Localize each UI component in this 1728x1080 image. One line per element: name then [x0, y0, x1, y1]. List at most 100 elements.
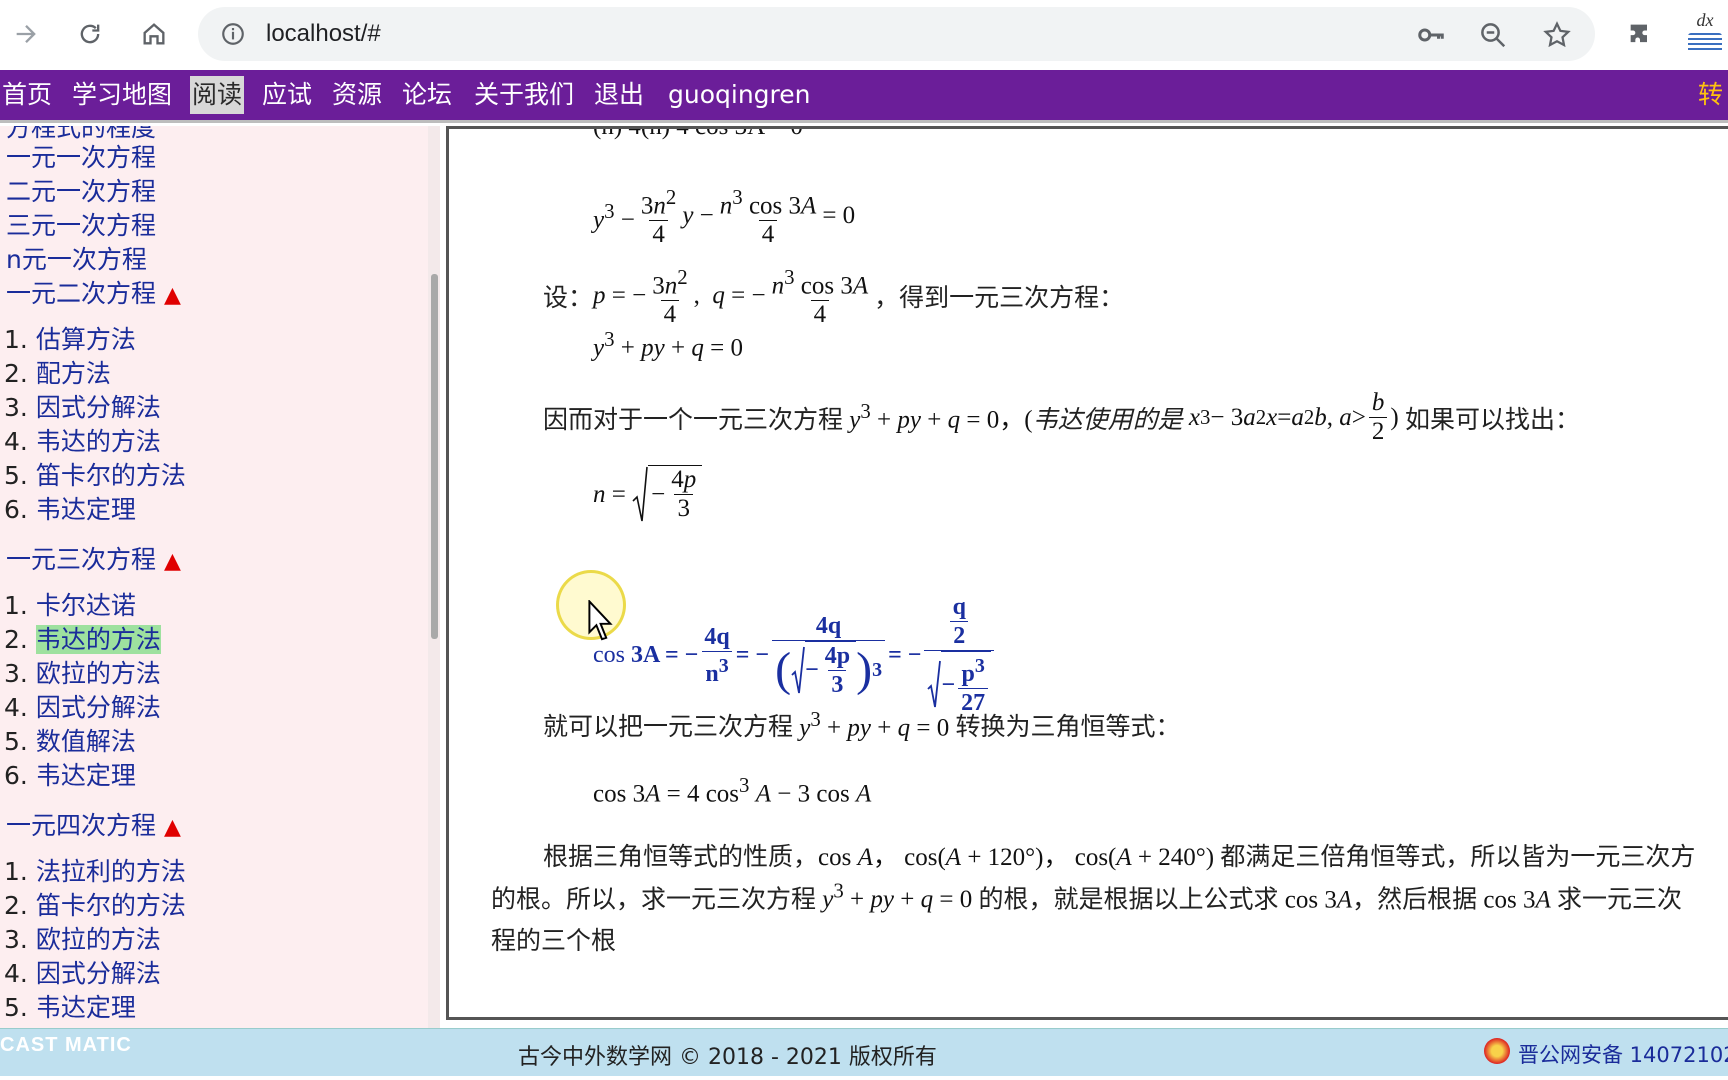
formula-p: p = −3n2 4, q = − n3 cos 3A 4	[593, 265, 869, 329]
list-item[interactable]: 3. 欧拉的方法	[4, 924, 161, 956]
para2-suffix: 转换为三角恒等式：	[955, 712, 1181, 741]
item-label: 韦达的方法	[35, 625, 161, 654]
url-text[interactable]: localhost/#	[266, 20, 381, 48]
list-item[interactable]: 6. 韦达定理	[4, 494, 136, 526]
site-nav: 首页 学习地图 阅读 应试 资源 论坛 关于我们 退出 guoqingren 转	[0, 70, 1728, 123]
sidebar-item-linear-n[interactable]: n元一次方程	[6, 244, 147, 276]
list-item[interactable]: 5. 笛卡尔的方法	[4, 460, 186, 492]
item-label: 欧拉的方法	[35, 659, 161, 688]
section-title: 一元二次方程	[6, 279, 157, 308]
item-label: 因式分解法	[35, 393, 161, 422]
list-item[interactable]: 1. 估算方法	[4, 324, 136, 356]
nav-forum[interactable]: 论坛	[400, 76, 454, 114]
reload-icon[interactable]	[70, 14, 110, 54]
item-label: 因式分解法	[35, 693, 161, 722]
item-number: 6.	[4, 761, 28, 790]
sidebar-item-linear-2[interactable]: 二元一次方程	[6, 176, 156, 208]
list-item[interactable]: 1. 卡尔达诺	[4, 590, 136, 622]
item-label: 韦达定理	[35, 495, 136, 524]
sidebar-section-cubic[interactable]: 一元三次方程 ▲	[6, 544, 181, 576]
item-label: 卡尔达诺	[35, 591, 136, 620]
viete-note: 韦达使用的是	[1032, 404, 1183, 434]
para3-text-b: 都满足三倍角恒等式，所以皆为一元三次方	[1220, 842, 1696, 871]
extension-icon[interactable]	[1620, 14, 1660, 54]
item-label: 估算方法	[35, 325, 136, 354]
sidebar-scroll-thumb[interactable]	[431, 274, 438, 639]
item-number: 2.	[4, 891, 28, 920]
item-label: 法拉利的方法	[35, 857, 186, 886]
list-item[interactable]: 2. 配方法	[4, 358, 111, 390]
item-number: 4.	[4, 959, 28, 988]
list-item[interactable]: 3. 因式分解法	[4, 392, 161, 424]
sidebar-item-linear-1[interactable]: 一元一次方程	[6, 142, 156, 174]
list-item[interactable]: 5. 数值解法	[4, 726, 136, 758]
set-suffix: ，得到一元三次方程：	[874, 283, 1125, 313]
nav-switch-link[interactable]: 转	[1698, 76, 1728, 114]
formula-eq1: y3 − 3n2 4 y − n3 cos 3A 4 = 0	[593, 185, 856, 249]
home-icon[interactable]	[134, 14, 174, 54]
list-item[interactable]: 3. 欧拉的方法	[4, 658, 161, 690]
list-item[interactable]: 2. 笛卡尔的方法	[4, 890, 186, 922]
para3-text-e: ，然后根据	[1352, 884, 1478, 914]
item-label: 韦达定理	[35, 993, 136, 1022]
expand-triangle-icon[interactable]: ▲	[164, 283, 181, 308]
formula-eq2: y3 + py + q = 0	[593, 327, 743, 362]
sidebar-section-quadratic[interactable]: 一元二次方程 ▲	[6, 278, 181, 310]
item-number: 5.	[4, 461, 28, 490]
footer: 古今中外数学网 © 2018 - 2021 版权所有 晋公网安备 1407210…	[0, 1028, 1728, 1076]
nav-logout[interactable]: 退出	[592, 76, 646, 114]
expand-triangle-icon[interactable]: ▲	[164, 815, 181, 840]
item-label: 配方法	[35, 359, 111, 388]
list-item[interactable]: 1. 法拉利的方法	[4, 856, 186, 888]
sidebar-section-quartic[interactable]: 一元四次方程 ▲	[6, 810, 181, 842]
formula-partial: (n) 4(n) 4 cos 3A = 0	[593, 126, 803, 140]
list-item[interactable]: 4. 韦达的方法	[4, 426, 161, 458]
nav-home[interactable]: 首页	[0, 76, 54, 114]
para2-prefix: 就可以把一元三次方程	[543, 712, 794, 741]
item-number: 5.	[4, 993, 28, 1022]
para1-prefix: 因而对于一个一元三次方程	[543, 404, 844, 434]
star-icon[interactable]	[1542, 20, 1572, 50]
expand-triangle-icon[interactable]: ▲	[164, 549, 181, 574]
nav-learning-map[interactable]: 学习地图	[70, 76, 174, 114]
nav-reading[interactable]: 阅读	[190, 76, 245, 114]
watermark-text: CAST MATIC	[0, 1034, 132, 1056]
section-title: 一元三次方程	[6, 545, 157, 574]
zoom-out-icon[interactable]	[1478, 20, 1508, 50]
address-bar[interactable]: localhost/#	[198, 7, 1595, 61]
recorder-watermark: CAST MATIC	[0, 1034, 132, 1070]
nav-about-us[interactable]: 关于我们	[472, 76, 576, 114]
list-item[interactable]: 4. 因式分解法	[4, 958, 161, 990]
item-label: 欧拉的方法	[35, 925, 161, 954]
paragraph-3-line-2: 的根。所以，求一元三次方程 y3 + py + q = 0 的根，就是根据以上公…	[491, 879, 1682, 914]
nav-exam[interactable]: 应试	[260, 76, 314, 114]
formula-cubic: y3 + py + q = 0，(	[849, 399, 1033, 434]
item-number: 1.	[4, 591, 28, 620]
police-record-link[interactable]: 晋公网安备 1407210200	[1518, 1039, 1728, 1069]
browser-toolbar: localhost/# dx	[0, 0, 1728, 70]
para3-text-a: 根据三角恒等式的性质，	[543, 842, 819, 871]
sidebar-item-linear-3[interactable]: 三元一次方程	[6, 210, 156, 242]
nav-username[interactable]: guoqingren	[666, 76, 813, 114]
item-label: 韦达的方法	[35, 427, 161, 456]
item-number: 4.	[4, 427, 28, 456]
item-number: 1.	[4, 325, 28, 354]
item-label: 因式分解法	[35, 959, 161, 988]
item-number: 5.	[4, 727, 28, 756]
profile-avatar[interactable]: dx	[1686, 10, 1724, 56]
nav-resources[interactable]: 资源	[330, 76, 384, 114]
list-item-current[interactable]: 2. 韦达的方法	[4, 624, 161, 656]
list-item[interactable]: 4. 因式分解法	[4, 692, 161, 724]
key-icon[interactable]	[1416, 20, 1446, 50]
mouse-pointer-icon	[588, 600, 613, 641]
definition-line: 设： p = −3n2 4, q = − n3 cos 3A 4 ，得到一元三次方程：	[543, 263, 1124, 329]
list-item[interactable]: 5. 韦达定理	[4, 992, 136, 1024]
set-prefix: 设：	[543, 283, 594, 313]
sidebar: 方程式的程度 一元一次方程 二元一次方程 三元一次方程 n元一次方程 一元二次方…	[0, 126, 440, 1028]
section-title: 一元四次方程	[6, 811, 157, 840]
info-icon[interactable]	[220, 21, 246, 47]
list-item[interactable]: 6. 韦达定理	[4, 760, 136, 792]
formula-identity: cos 3A = 4 cos3 A − 3 cos A	[593, 773, 872, 808]
item-number: 1.	[4, 857, 28, 886]
forward-icon[interactable]	[6, 14, 46, 54]
